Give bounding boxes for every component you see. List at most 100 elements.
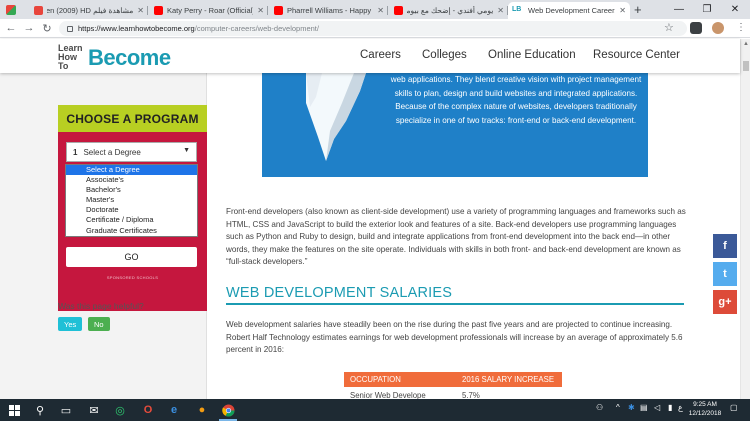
close-tab-icon[interactable]: ✕ [615,6,630,15]
degree-select-value: Select a Degree [83,147,141,157]
site-logo[interactable]: Learn How To Become [58,44,171,71]
tab-title: يومي أفندي - إضحك مع بيومي [407,6,494,15]
youtube-icon [154,6,163,15]
url-path: /computer-careers/web-development/ [194,24,319,33]
browser-tab[interactable]: Pharrell Williams - Happy (Of ✕ [270,2,388,19]
windows-start-icon[interactable] [6,402,22,418]
battery-icon[interactable]: ▮ [668,403,672,412]
url-host: https://www.learnhowtobecome.org [78,24,195,33]
network-icon[interactable]: ▤ [640,403,648,412]
address-bar[interactable]: https://www.learnhowtobecome.org/compute… [59,21,687,36]
nav-careers[interactable]: Careers [360,49,401,61]
lock-icon [67,25,73,32]
nav-resource-center[interactable]: Resource Center [593,49,680,61]
tab-favicon [34,6,43,15]
yes-button[interactable]: Yes [58,317,83,331]
dropdown-option[interactable]: Master's [66,195,197,205]
degree-select[interactable]: 1 Select a Degree ▼ [66,142,197,162]
front-end-paragraph: Front-end developers (also known as clie… [226,207,686,266]
iceberg-illustration [306,73,366,161]
profile-avatar[interactable] [712,22,724,34]
browser-tab-active[interactable]: LB Web Development Careers & ✕ [508,2,630,19]
search-icon[interactable]: ⚲ [32,402,48,418]
firefox-icon[interactable]: ● [194,402,210,418]
dropdown-option[interactable]: Bachelor's [66,185,197,195]
mail-icon[interactable]: ✉ [86,402,102,418]
browser-tab[interactable]: مشاهدة فيلم Frozen (2009) HD ✕ [30,2,148,19]
dropdown-option[interactable]: Doctorate [66,205,197,215]
notifications-icon[interactable]: ▢ [730,403,738,412]
taskbar-clock[interactable]: 9:25 AM 12/12/2018 [686,401,724,418]
no-button[interactable]: No [88,317,110,331]
clock-time: 9:25 AM [693,401,717,408]
nav-online-education[interactable]: Online Education [488,49,576,61]
dropdown-option[interactable]: Certificate / Diploma [66,215,197,225]
browser-tab-strip: مشاهدة فيلم Frozen (2009) HD ✕ Katy Perr… [0,0,750,19]
go-button[interactable]: GO [66,247,197,267]
col-salary-increase: 2016 SALARY INCREASE [462,375,555,384]
close-window-button[interactable]: ✕ [721,0,749,19]
tray-chevron-icon[interactable]: ^ [616,403,620,412]
twitter-icon[interactable]: t [713,262,737,286]
forward-arrow-icon[interactable]: → [22,21,36,35]
close-tab-icon[interactable]: ✕ [373,6,388,15]
restore-button[interactable]: ❐ [693,0,721,19]
minimize-button[interactable]: — [665,0,693,19]
dropdown-option[interactable]: Associate's [66,175,197,185]
facebook-icon[interactable]: f [713,234,737,258]
logo-big-text: Become [88,44,171,70]
close-tab-icon[interactable]: ✕ [493,6,508,15]
youtube-icon [274,6,283,15]
menu-dots-icon[interactable]: ⋮ [736,22,746,34]
close-tab-icon[interactable]: ✕ [133,6,148,15]
tab-title: Web Development Careers & [528,6,615,15]
windows-taskbar: ⚲ ▭ ✉ ◎ O e ● ⚇ ^ ✱ ▤ ◁ ▮ ع 9:25 AM 12/1… [0,399,750,421]
browser-tab[interactable]: يومي أفندي - إضحك مع بيومي ✕ [390,2,508,19]
dropdown-option[interactable]: Graduate Certificates [66,226,197,236]
tab-title: Katy Perry - Roar (Official) - Y [167,6,254,15]
opera-icon[interactable]: O [140,402,156,418]
heading-rule [226,303,684,305]
volume-icon[interactable]: ◁ [654,403,660,412]
site-header: Learn How To Become Careers Colleges Onl… [0,39,740,73]
tab-title: Pharrell Williams - Happy (Of [287,6,373,15]
reload-icon[interactable]: ↻ [40,21,54,35]
tab-title: مشاهدة فيلم Frozen (2009) HD [47,6,134,15]
scroll-thumb[interactable] [743,61,749,71]
clock-date: 12/12/2018 [688,409,722,417]
youtube-icon [394,6,403,15]
edge-icon[interactable]: e [166,402,182,418]
scroll-up-icon[interactable]: ▲ [743,41,749,47]
task-view-icon[interactable]: ▭ [58,402,74,418]
browser-tab[interactable]: Katy Perry - Roar (Official) - Y ✕ [150,2,268,19]
extension-icon[interactable] [690,22,702,34]
bluetooth-icon[interactable]: ✱ [628,403,635,412]
helpful-question: Was this page helpful? [58,301,144,311]
page-scrollbar[interactable]: ▲ [740,39,750,399]
back-arrow-icon[interactable]: ← [4,21,18,35]
app-circle-icon[interactable]: ◎ [112,402,128,418]
people-icon[interactable]: ⚇ [596,403,603,412]
cell-increase: 5.7% [462,391,480,399]
caret-down-icon: ▼ [183,147,190,154]
hero-banner: web applications. They blend creative vi… [262,73,648,177]
salaries-paragraph: Web development salaries have steadily b… [226,320,683,354]
close-tab-icon[interactable]: ✕ [253,6,268,15]
logo-small-text: Learn How To [58,43,83,71]
cell-occupation: Senior Web Develope [350,391,426,399]
input-language[interactable]: ع [678,403,683,412]
google-plus-icon[interactable]: g+ [713,290,737,314]
bookmark-star-icon[interactable]: ☆ [664,21,674,36]
new-tab-button[interactable]: + [634,2,642,17]
salaries-heading: WEB DEVELOPMENT SALARIES [226,285,453,301]
chrome-icon[interactable] [220,402,236,418]
app-icon [6,5,16,15]
nav-colleges[interactable]: Colleges [422,49,467,61]
program-heading: CHOOSE A PROGRAM [58,105,207,132]
step-number: 1 [73,147,78,157]
col-occupation: OCCUPATION [350,375,401,384]
hero-text: web applications. They blend creative vi… [390,75,642,125]
degree-dropdown-list: Select a Degree Associate's Bachelor's M… [65,164,198,237]
site-favicon: LB [512,6,524,15]
dropdown-option[interactable]: Select a Degree [66,165,197,176]
